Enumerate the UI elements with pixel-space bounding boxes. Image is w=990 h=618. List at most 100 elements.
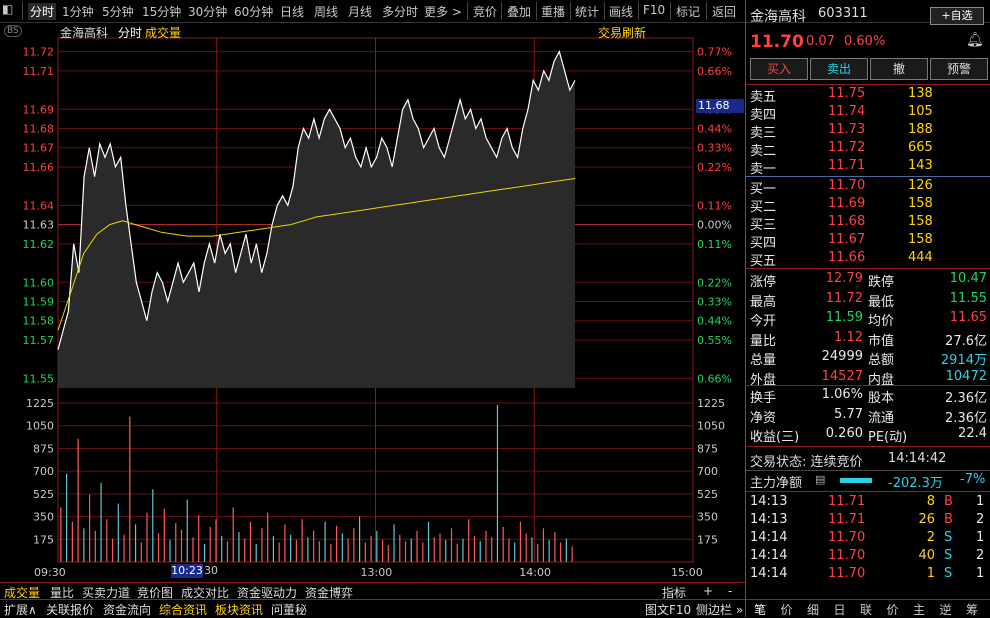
footer-f10[interactable]: 图文F10 (645, 601, 691, 618)
tick-row[interactable]: 14:14 11.70 40 S 2 (746, 548, 990, 566)
alert-button[interactable]: 预警 (930, 58, 988, 80)
chart-view-label: 分时 (118, 26, 143, 40)
stat-row[interactable]: 最高 11.72 最低 11.55 (746, 291, 990, 310)
ask-label: 卖五 (750, 90, 777, 105)
intraday-chart-area[interactable]: 11.72 0.77% 11.71 0.66% 11.69 0.55% 11.68 0.44%… (0, 22, 745, 582)
period-tab-60min[interactable]: 60分钟 (234, 3, 273, 20)
ask-row[interactable]: 卖五 11.75 138 (746, 86, 990, 105)
right-tab[interactable]: 联 (860, 601, 872, 618)
stat-row[interactable]: 总量 24999 总额 2914万 (746, 349, 990, 368)
main-flow-value: -202.3万 (888, 476, 943, 491)
stat-value: 2.36亿 (945, 410, 987, 426)
period-tab-daily[interactable]: 日线 (280, 3, 304, 20)
tool-mark-button[interactable]: 标记 (676, 3, 700, 20)
window-menu-icon[interactable]: ◧ (2, 2, 13, 16)
bid-price: 11.68 (828, 214, 866, 229)
tick-count: 2 (976, 548, 985, 563)
right-tab[interactable]: 逆 (940, 601, 952, 618)
footer-ask-secretary[interactable]: 问董秘 (271, 601, 307, 618)
footer-sector-news[interactable]: 板块资讯 (215, 601, 263, 618)
stat-label: 涨停 (750, 275, 777, 290)
tool-overlay-button[interactable]: 叠加 (507, 3, 531, 20)
tool-stats-button[interactable]: 统计 (575, 3, 599, 20)
period-tab-monthly[interactable]: 月线 (348, 3, 372, 20)
tick-side: B (944, 494, 953, 509)
stat-value: 10472 (945, 368, 987, 384)
sell-button[interactable]: 卖出 (810, 58, 868, 80)
quote-stock-name: 金海高科 (750, 9, 806, 25)
period-tab-5min[interactable]: 5分钟 (102, 3, 134, 20)
bid-label: 买二 (750, 200, 777, 215)
list-icon[interactable]: ▤ (815, 473, 825, 486)
tool-replay-button[interactable]: 重播 (541, 3, 565, 20)
refresh-label[interactable]: 交易刷新 (598, 24, 646, 41)
stat-value: 10.47 (949, 271, 987, 286)
ask-label: 卖一 (750, 162, 777, 177)
period-tab-1min[interactable]: 1分钟 (62, 3, 94, 20)
bid-row[interactable]: 买五 11.66 444 (746, 250, 990, 269)
ask-price: 11.73 (828, 122, 866, 137)
tick-volume: 26 (918, 512, 935, 527)
bid-row[interactable]: 买二 11.69 158 (746, 196, 990, 215)
volume-tick-label: 875 (33, 442, 54, 455)
tool-draw-button[interactable]: 画线 (609, 3, 633, 20)
ask-row[interactable]: 卖三 11.73 188 (746, 122, 990, 141)
right-tab[interactable]: 价 (781, 601, 793, 618)
tool-f10-button[interactable]: F10 (643, 3, 665, 17)
footer-news[interactable]: 综合资讯 (159, 601, 207, 618)
cancel-order-button[interactable]: 撤 (870, 58, 928, 80)
ask-row[interactable]: 卖一 11.71 143 (746, 158, 990, 177)
tick-row[interactable]: 14:13 11.71 26 B 2 (746, 512, 990, 530)
y-tick-pct-label: 0.44% (697, 123, 732, 136)
ask-label: 卖四 (750, 108, 777, 123)
ask-row[interactable]: 卖二 11.72 665 (746, 140, 990, 159)
stat-row[interactable]: 换手 1.06% 股本 2.36亿 (746, 387, 990, 406)
right-tab[interactable]: 筹 (966, 601, 978, 618)
zoom-out-button[interactable]: - (728, 584, 732, 598)
stat-label: 市值 (868, 333, 895, 349)
footer-related-quotes[interactable]: 关联报价 (46, 601, 94, 618)
ask-volume: 188 (908, 122, 933, 137)
right-tab[interactable]: 主 (913, 601, 925, 618)
stat-row[interactable]: 量比 1.12 市值 27.6亿 (746, 330, 990, 349)
period-tab-intraday[interactable]: 分时 (28, 3, 57, 20)
bid-price: 11.66 (828, 250, 866, 265)
tick-row[interactable]: 14:14 11.70 2 S 1 (746, 530, 990, 548)
tool-back-button[interactable]: 返回 (712, 3, 736, 20)
ask-row[interactable]: 卖四 11.74 105 (746, 104, 990, 123)
x-tick-label: 14:00 (519, 566, 551, 579)
watch-button[interactable]: +自选 (930, 7, 984, 25)
stat-row[interactable]: 今开 11.59 均价 11.65 (746, 310, 990, 329)
stat-row[interactable]: 收益(三) 0.260 PE(动) 22.4 (746, 426, 990, 445)
intraday-chart[interactable]: 11.72 0.77% 11.71 0.66% 11.69 0.55% 11.68 0.44%… (0, 22, 745, 582)
tool-auction-button[interactable]: 竞价 (473, 3, 497, 20)
period-tab-15min[interactable]: 15分钟 (142, 3, 181, 20)
zoom-in-button[interactable]: + (703, 584, 713, 598)
ask-volume: 665 (908, 140, 933, 155)
period-tab-weekly[interactable]: 周线 (314, 3, 338, 20)
right-tab[interactable]: 日 (834, 601, 846, 618)
tick-row[interactable]: 14:14 11.70 1 S 1 (746, 566, 990, 584)
right-tab[interactable]: 价 (887, 601, 899, 618)
bell-icon[interactable]: 🔔︎ (966, 32, 984, 48)
footer-sidebar-toggle[interactable]: 侧边栏 » (696, 601, 743, 618)
right-tab[interactable]: 笔 (754, 601, 766, 618)
stat-row[interactable]: 外盘 14527 内盘 10472 (746, 368, 990, 388)
bs-badge[interactable]: BS (4, 25, 22, 37)
footer-expand[interactable]: 扩展∧ (4, 601, 37, 618)
bid-row[interactable]: 买四 11.67 158 (746, 232, 990, 251)
period-tab-30min[interactable]: 30分钟 (188, 3, 227, 20)
bid-row[interactable]: 买三 11.68 158 (746, 214, 990, 233)
right-tab[interactable]: 细 (807, 601, 819, 618)
buy-button[interactable]: 买入 (750, 58, 808, 80)
footer-fund-flow[interactable]: 资金流向 (103, 601, 151, 618)
bid-row[interactable]: 买一 11.70 126 (746, 178, 990, 197)
y-tick-label: 11.58 (23, 315, 55, 328)
bid-volume: 444 (908, 250, 933, 265)
period-tab-more[interactable]: 更多 > (424, 3, 462, 20)
stat-row[interactable]: 涨停 12.79 跌停 10.47 (746, 271, 990, 290)
stat-row[interactable]: 净资 5.77 流通 2.36亿 (746, 407, 990, 426)
period-tab-multi-intraday[interactable]: 多分时 (382, 3, 418, 20)
tick-row[interactable]: 14:13 11.71 8 B 1 (746, 494, 990, 512)
stat-label: 量比 (750, 333, 777, 349)
